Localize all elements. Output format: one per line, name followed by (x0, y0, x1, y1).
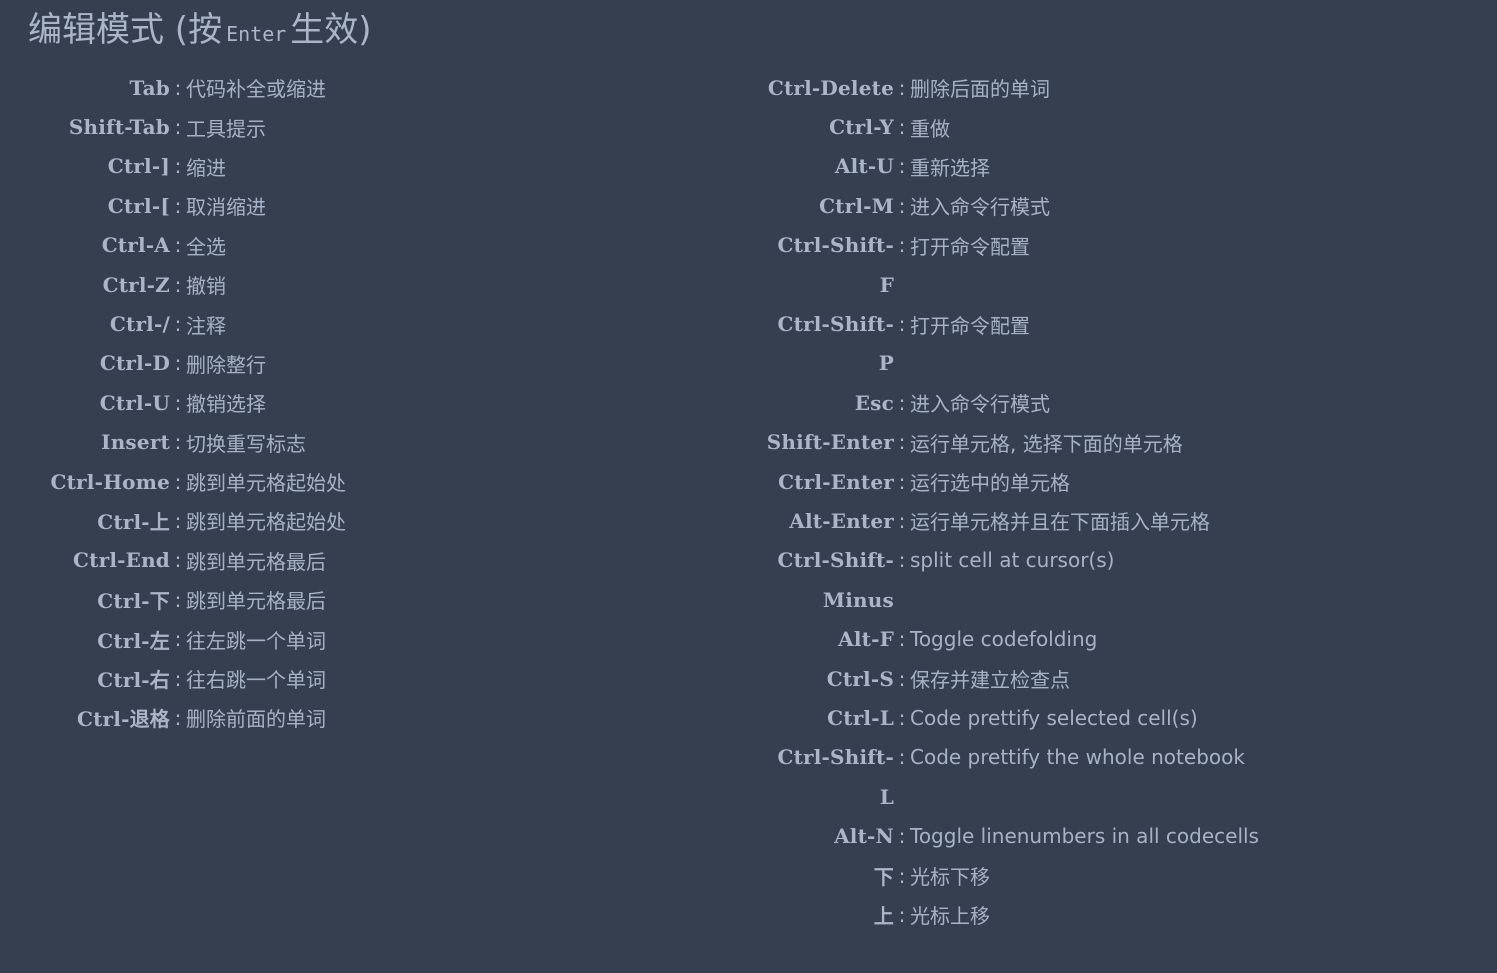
shortcut-row: Ctrl-Y: 重做 (0, 107, 1259, 146)
title-prefix: 编辑模式 (按 (28, 10, 223, 50)
shortcut-key: 上 (873, 904, 894, 929)
shortcut-key: Ctrl-Y (829, 115, 894, 140)
shortcut-description: 保存并建立检查点 (910, 668, 1070, 693)
shortcut-key: 下 (873, 865, 894, 889)
shortcut-row: Ctrl-Shift-: split cell at cursor(s) (0, 541, 1259, 580)
shortcut-key: Alt-F (838, 627, 894, 652)
shortcut-row: Alt-N: Toggle linenumbers in all codecell… (0, 816, 1259, 855)
shortcut-row: 上: 光标上移 (0, 895, 1259, 934)
shortcut-key-continuation: P (878, 351, 894, 376)
shortcut-description: 进入命令行模式 (910, 195, 1050, 220)
shortcut-row: Ctrl-M: 进入命令行模式 (0, 186, 1259, 225)
shortcut-separator: : (898, 824, 906, 849)
shortcut-row: Alt-Enter: 运行单元格并且在下面插入单元格 (0, 501, 1259, 540)
shortcut-separator: : (898, 863, 906, 888)
shortcut-row-continuation: Minus (0, 580, 1259, 619)
shortcut-key: Esc (854, 390, 894, 415)
shortcut-description: 重新选择 (910, 155, 990, 180)
shortcut-key: Ctrl-Delete (767, 75, 894, 100)
shortcut-description: 打开命令配置 (910, 234, 1030, 259)
shortcut-separator: : (898, 627, 906, 652)
shortcut-description: Code prettify selected cell(s) (910, 705, 1198, 730)
shortcut-description: Toggle codefolding (910, 627, 1098, 652)
shortcut-row: Ctrl-Shift-: 打开命令配置 (0, 304, 1259, 343)
shortcut-key-continuation: L (879, 784, 894, 809)
shortcut-row: Shift-Enter: 运行单元格, 选择下面的单元格 (0, 423, 1259, 462)
shortcut-description: Code prettify the whole notebook (910, 745, 1245, 770)
shortcut-description: 运行单元格并且在下面插入单元格 (910, 510, 1210, 535)
shortcut-separator: : (898, 154, 906, 179)
shortcut-list-right: Ctrl-Delete: 删除后面的单词 Ctrl-Y: 重做 Alt-U: 重新选择 Ct… (0, 68, 1259, 935)
shortcut-description: 删除后面的单词 (910, 77, 1050, 102)
shortcut-key: Alt-N (834, 824, 894, 849)
shortcut-row-continuation: F (0, 265, 1259, 304)
shortcut-key: Alt-U (834, 154, 894, 179)
page-title: 编辑模式 (按 Enter 生效) (28, 8, 372, 56)
shortcut-key-continuation: F (879, 272, 894, 297)
shortcut-row: Alt-F: Toggle codefolding (0, 619, 1259, 658)
shortcut-separator: : (898, 193, 906, 218)
shortcut-row: Ctrl-Shift-: Code prettify the whole note… (0, 738, 1259, 777)
shortcut-key: Shift-Enter (766, 430, 894, 455)
shortcut-separator: : (898, 508, 906, 533)
shortcut-separator: : (898, 666, 906, 691)
shortcut-separator: : (898, 469, 906, 494)
shortcut-separator: : (898, 705, 906, 730)
shortcut-separator: : (898, 115, 906, 140)
shortcut-row: 下: 光标下移 (0, 856, 1259, 895)
shortcut-separator: : (898, 902, 906, 927)
shortcut-separator: : (898, 745, 906, 770)
shortcut-row-continuation: L (0, 777, 1259, 816)
shortcut-separator: : (898, 312, 906, 337)
shortcut-key: Ctrl-Enter (778, 469, 894, 494)
shortcut-key: Ctrl-M (819, 193, 894, 218)
shortcut-description: 进入命令行模式 (910, 392, 1050, 417)
shortcut-row: Ctrl-Shift-: 打开命令配置 (0, 226, 1259, 265)
title-enter-key: Enter (226, 22, 287, 46)
shortcut-row: Ctrl-Delete: 删除后面的单词 (0, 68, 1259, 107)
shortcut-separator: : (898, 430, 906, 455)
shortcut-row: Ctrl-L: Code prettify selected cell(s) (0, 698, 1259, 737)
shortcut-separator: : (898, 548, 906, 573)
shortcut-row: Ctrl-Enter: 运行选中的单元格 (0, 462, 1259, 501)
shortcut-key: Ctrl-Shift- (777, 312, 894, 337)
shortcut-row: Alt-U: 重新选择 (0, 147, 1259, 186)
shortcut-key: Ctrl-Shift- (777, 233, 894, 258)
shortcut-description: split cell at cursor(s) (910, 548, 1115, 573)
shortcut-description: 光标上移 (910, 904, 990, 929)
shortcut-key: Ctrl-S (826, 666, 894, 691)
shortcut-key: Ctrl-L (827, 705, 894, 730)
shortcut-description: 打开命令配置 (910, 313, 1030, 338)
shortcut-key: Ctrl-Shift- (777, 548, 894, 573)
shortcut-row: Ctrl-S: 保存并建立检查点 (0, 659, 1259, 698)
shortcut-description: 光标下移 (910, 865, 990, 889)
shortcut-key: Ctrl-Shift- (777, 745, 894, 770)
shortcut-description: 运行选中的单元格 (910, 471, 1070, 496)
shortcut-row-continuation: P (0, 344, 1259, 383)
shortcut-key-continuation: Minus (822, 587, 894, 612)
shortcut-description: 运行单元格, 选择下面的单元格 (910, 431, 1183, 456)
shortcut-separator: : (898, 75, 906, 100)
shortcut-row: Esc: 进入命令行模式 (0, 383, 1259, 422)
shortcut-description: 重做 (910, 116, 950, 141)
shortcut-description: Toggle linenumbers in all codecells (910, 824, 1259, 849)
title-suffix: 生效) (290, 10, 372, 50)
shortcut-key: Alt-Enter (789, 508, 894, 533)
shortcut-separator: : (898, 390, 906, 415)
shortcut-separator: : (898, 233, 906, 258)
